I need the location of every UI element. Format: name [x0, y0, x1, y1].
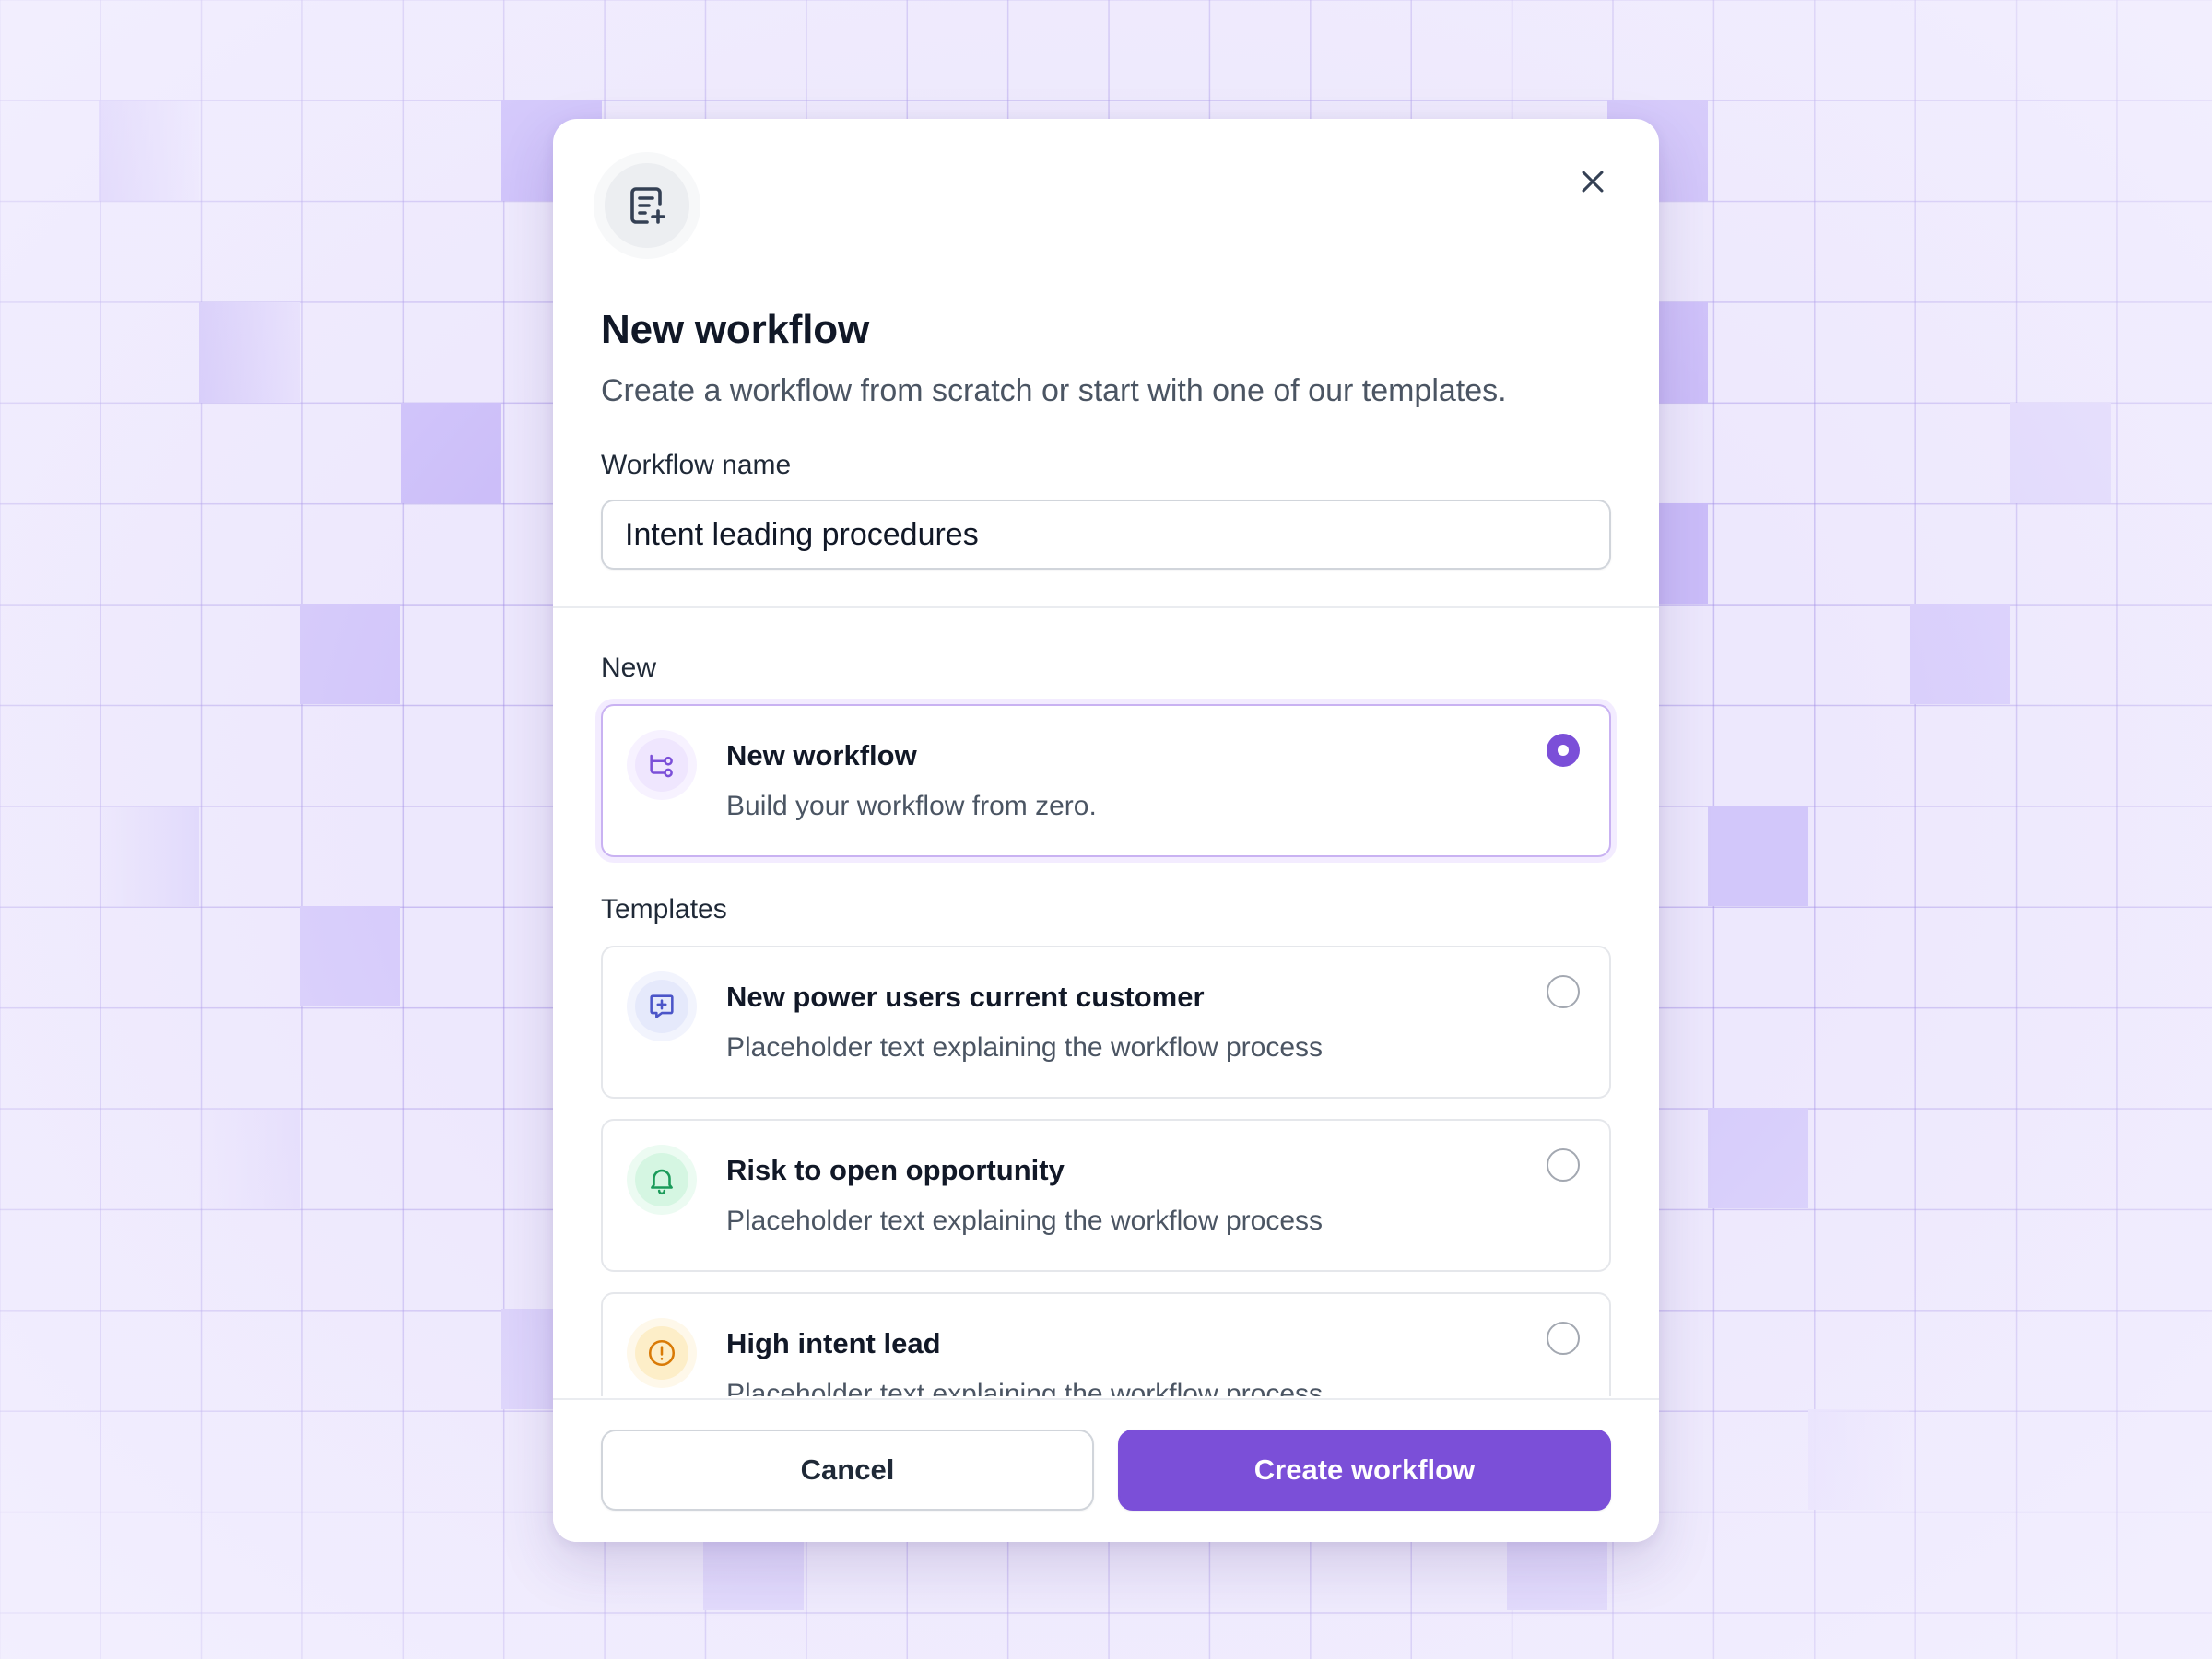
- header-icon-badge: [594, 152, 700, 259]
- workflow-name-input[interactable]: [601, 500, 1611, 570]
- file-plus-icon: [630, 187, 665, 224]
- workflow-name-label: Workflow name: [601, 450, 792, 480]
- dialog-header: New workflow Create a workflow from scra…: [553, 119, 1659, 570]
- option-title: New workflow: [726, 739, 917, 771]
- option-radio[interactable]: [1547, 975, 1580, 1008]
- template-option-risk-opportunity[interactable]: Risk to open opportunity Placeholder tex…: [601, 1119, 1611, 1272]
- option-title: High intent lead: [726, 1327, 941, 1359]
- cancel-button[interactable]: Cancel: [601, 1430, 1094, 1511]
- option-icon-badge: [627, 1145, 697, 1215]
- close-icon: [1582, 171, 1604, 193]
- section-label-new: New: [601, 653, 657, 683]
- option-icon-badge: [627, 1318, 697, 1388]
- option-description: Build your workflow from zero.: [726, 791, 1097, 821]
- close-button[interactable]: [1569, 158, 1617, 206]
- workflow-branch-icon: [650, 754, 673, 778]
- option-title: Risk to open opportunity: [726, 1154, 1065, 1186]
- option-description: Placeholder text explaining the workflow…: [726, 1206, 1324, 1236]
- create-workflow-button[interactable]: Create workflow: [1118, 1430, 1611, 1511]
- option-radio-selected[interactable]: [1547, 734, 1580, 767]
- option-new-workflow[interactable]: New workflow Build your workflow from ze…: [601, 704, 1611, 857]
- option-description: Placeholder text explaining the workflow…: [726, 1379, 1324, 1396]
- option-radio[interactable]: [1547, 1148, 1580, 1182]
- dialog-title: New workflow: [601, 307, 869, 352]
- option-title: New power users current customer: [726, 981, 1205, 1013]
- option-radio[interactable]: [1547, 1322, 1580, 1355]
- workflow-options-list[interactable]: New New workflow Build your workflow fro…: [553, 608, 1659, 1396]
- template-option-high-intent-lead[interactable]: High intent lead Placeholder text explai…: [601, 1292, 1611, 1396]
- bell-icon: [651, 1169, 673, 1195]
- new-workflow-dialog: New workflow Create a workflow from scra…: [553, 119, 1659, 1542]
- message-plus-icon: [650, 994, 674, 1018]
- alert-circle-icon: [648, 1339, 676, 1367]
- dialog-subtitle: Create a workflow from scratch or start …: [601, 373, 1507, 408]
- option-icon-badge: [627, 971, 697, 1041]
- option-description: Placeholder text explaining the workflow…: [726, 1032, 1324, 1063]
- option-icon-badge: [627, 730, 697, 800]
- dialog-footer: Cancel Create workflow: [553, 1398, 1659, 1542]
- template-option-power-users[interactable]: New power users current customer Placeho…: [601, 946, 1611, 1099]
- section-label-templates: Templates: [601, 894, 727, 924]
